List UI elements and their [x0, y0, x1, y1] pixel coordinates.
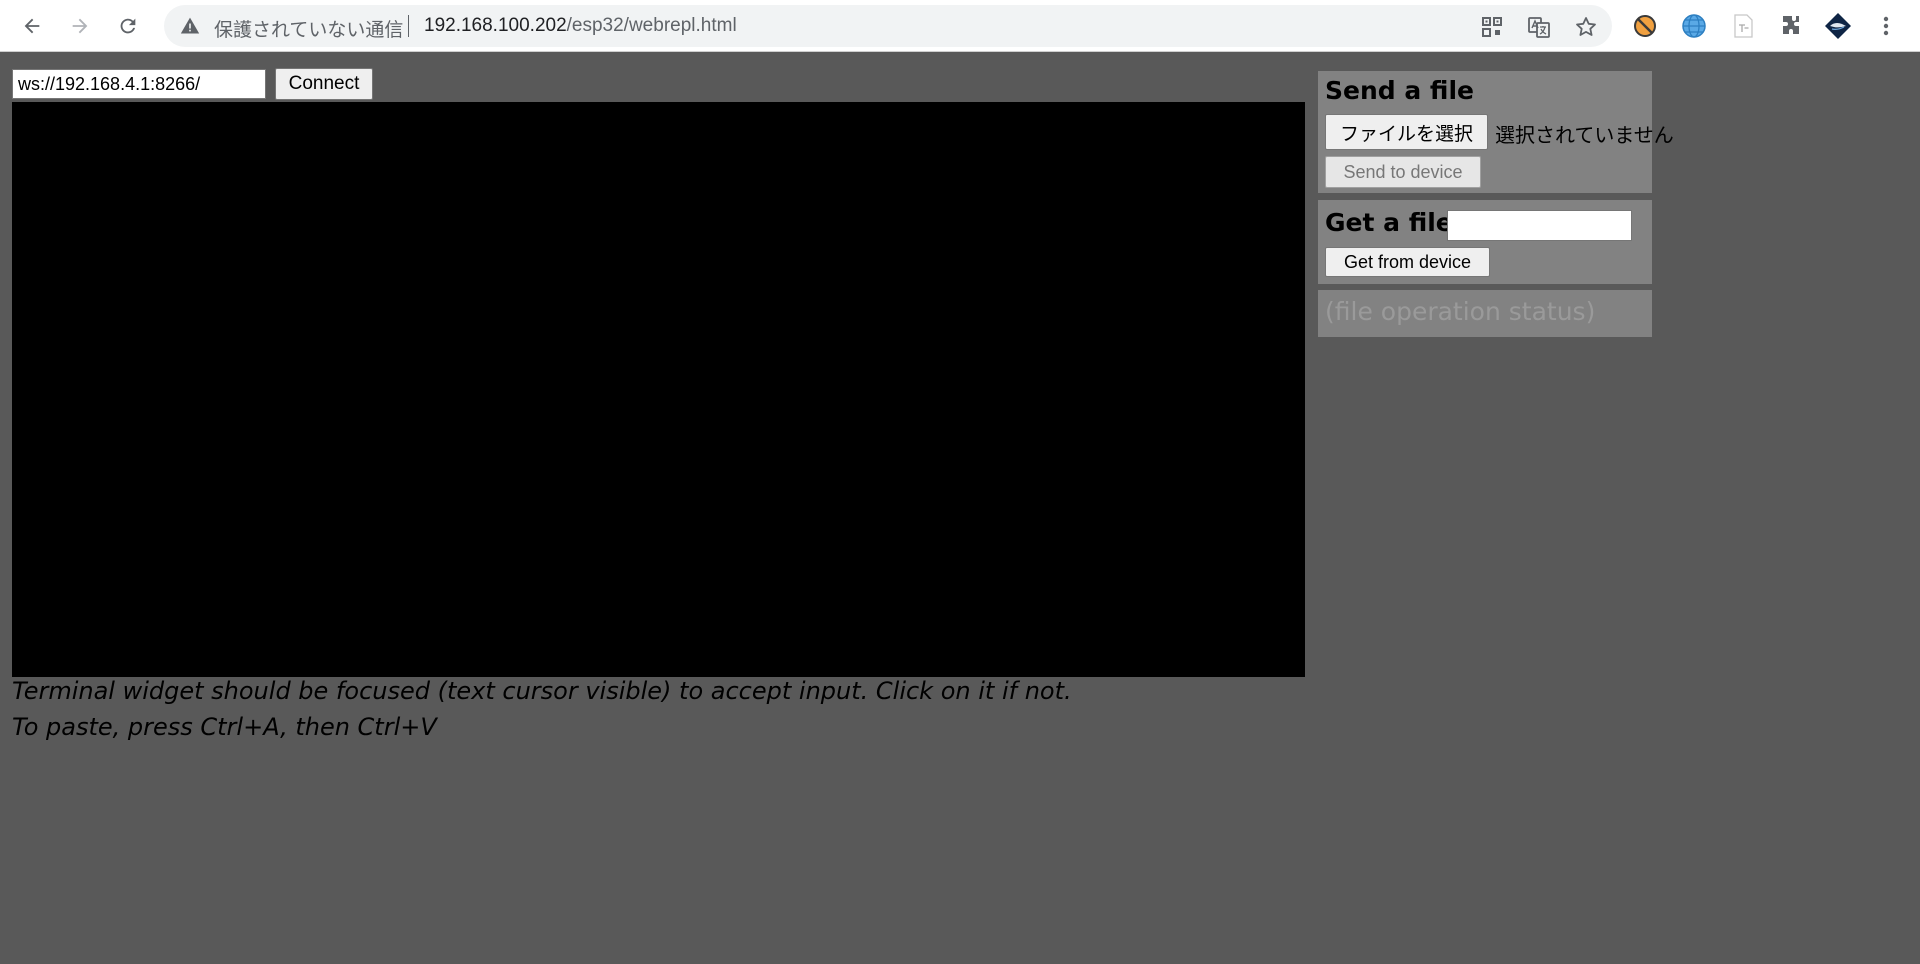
reload-icon — [120, 18, 136, 34]
globe-icon[interactable] — [1680, 12, 1708, 40]
not-secure-label[interactable]: 保護されていない通信 — [214, 15, 403, 42]
translate-icon[interactable] — [1527, 15, 1551, 39]
more-menu-icon[interactable] — [1872, 12, 1900, 40]
get-filename-input[interactable] — [1447, 210, 1632, 241]
get-file-title: Get a file — [1325, 208, 1453, 237]
paste-hint: To paste, press Ctrl+A, then Ctrl+V — [12, 713, 437, 741]
webrepl-page: Connect Terminal widget should be focuse… — [0, 53, 1920, 964]
file-operation-status: (file operation status) — [1325, 297, 1596, 326]
terminal[interactable] — [12, 102, 1305, 677]
send-file-panel: Send a file ファイルを選択 選択されていません Send to de… — [1318, 71, 1674, 193]
reload-button[interactable] — [110, 8, 146, 44]
qr-code-icon[interactable] — [1480, 15, 1504, 39]
file-status-panel: (file operation status) — [1318, 290, 1652, 337]
forward-arrow-icon — [72, 18, 88, 34]
profile-avatar-icon[interactable] — [1824, 12, 1852, 40]
browser-toolbar: 保護されていない通信 192.168.100.202/esp32/webrepl… — [0, 0, 1920, 52]
extensions-puzzle-icon[interactable] — [1777, 12, 1805, 40]
get-from-device-button[interactable]: Get from device — [1325, 247, 1490, 277]
omnibox-separator — [408, 15, 409, 37]
connect-button[interactable]: Connect — [275, 68, 373, 100]
terminal-focus-hint: Terminal widget should be focused (text … — [12, 677, 1072, 705]
warning-icon — [180, 17, 200, 34]
bookmark-star-icon[interactable] — [1574, 15, 1598, 39]
back-button[interactable] — [14, 8, 50, 44]
websocket-url-input[interactable] — [12, 69, 266, 99]
get-file-panel: Get a file Get from device — [1318, 200, 1652, 284]
send-to-device-button[interactable]: Send to device — [1325, 156, 1481, 188]
address-bar[interactable]: 保護されていない通信 192.168.100.202/esp32/webrepl… — [164, 5, 1612, 47]
back-arrow-icon — [24, 18, 40, 34]
choose-file-button[interactable]: ファイルを選択 — [1325, 114, 1488, 150]
no-file-selected-label: 選択されていません — [1495, 123, 1674, 147]
address-url[interactable]: 192.168.100.202/esp32/webrepl.html — [424, 15, 737, 37]
tex-icon[interactable] — [1729, 12, 1757, 40]
forward-button[interactable] — [62, 8, 98, 44]
url-host: 192.168.100.202 — [424, 15, 567, 36]
url-path: /esp32/webrepl.html — [566, 15, 737, 36]
send-file-title: Send a file — [1325, 76, 1474, 105]
extension-orange-icon[interactable] — [1631, 12, 1659, 40]
